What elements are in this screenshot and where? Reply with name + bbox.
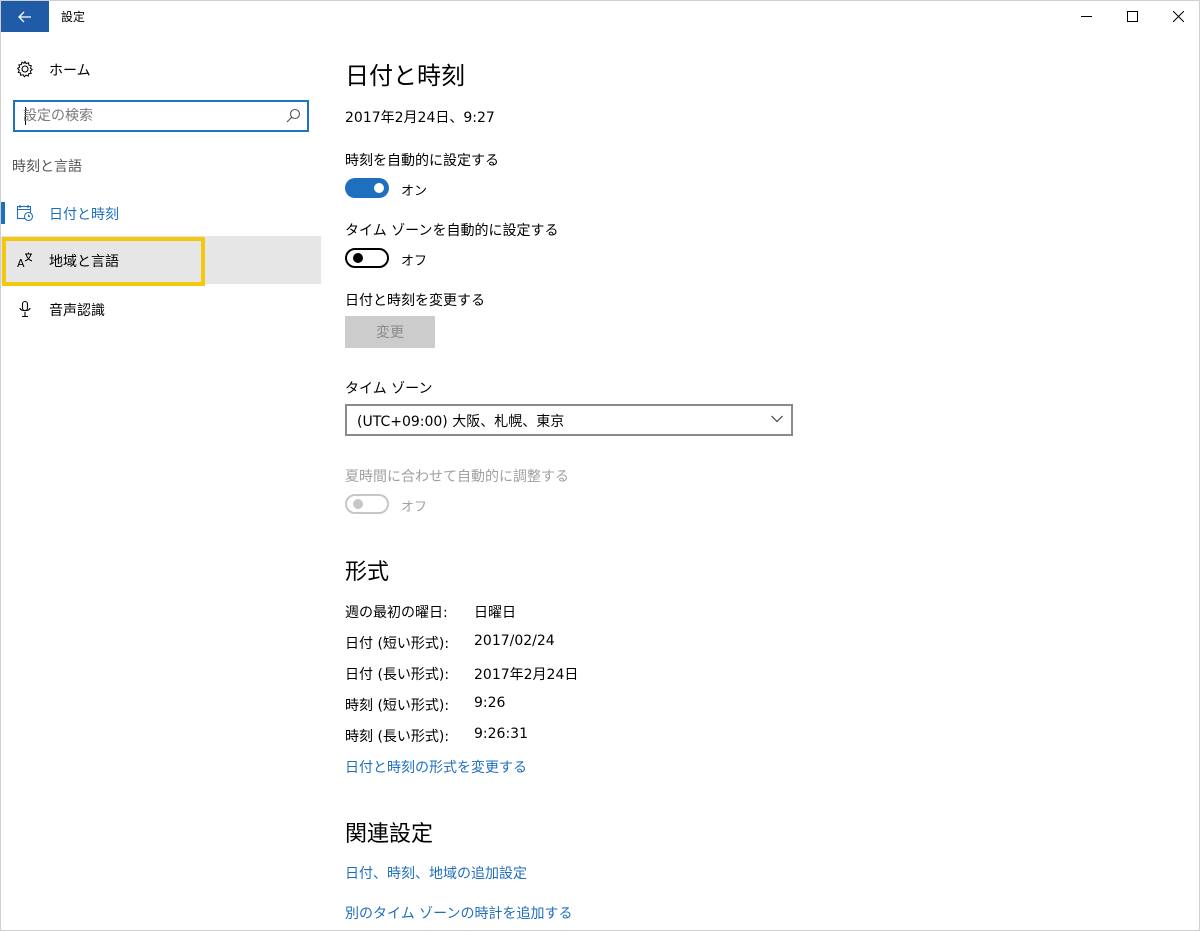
auto-timezone-label: タイム ゾーンを自動的に設定する [345, 223, 559, 239]
auto-time-state: オン [401, 184, 428, 199]
add-clock-link[interactable]: 別のタイム ゾーンの時計を追加する [345, 903, 572, 923]
format-row: 日付 (短い形式): 2017/02/24 [345, 633, 745, 653]
sidebar-item-speech[interactable]: 音声認識 [1, 285, 321, 333]
format-row: 時刻 (短い形式): 9:26 [345, 695, 745, 715]
format-row: 時刻 (長い形式): 9:26:31 [345, 726, 745, 746]
sidebar: ホーム 時刻と言語 日付と時刻 A [1, 32, 321, 931]
sidebar-item-label: 地域と言語 [49, 254, 119, 270]
format-value: 日曜日 [474, 605, 516, 621]
format-value: 9:26 [474, 695, 506, 711]
format-row: 週の最初の曜日: 日曜日 [345, 602, 745, 622]
dst-state: オフ [401, 500, 428, 515]
format-key: 週の最初の曜日: [345, 605, 448, 621]
additional-settings-link[interactable]: 日付、時刻、地域の追加設定 [345, 863, 527, 883]
auto-timezone-state: オフ [401, 254, 428, 269]
format-row: 日付 (長い形式): 2017年2月24日 [345, 664, 745, 684]
back-button[interactable] [1, 1, 49, 32]
format-key: 日付 (長い形式): [345, 667, 450, 683]
auto-time-label: 時刻を自動的に設定する [345, 153, 499, 169]
calendar-clock-icon [16, 205, 34, 222]
format-value: 2017年2月24日 [474, 667, 579, 683]
arrow-left-icon [18, 11, 31, 22]
svg-text:A: A [17, 257, 25, 269]
format-value: 9:26:31 [474, 726, 528, 742]
page-title: 日付と時刻 [345, 62, 465, 90]
format-key: 時刻 (短い形式): [345, 698, 450, 714]
change-datetime-label: 日付と時刻を変更する [345, 293, 485, 309]
related-settings-heading: 関連設定 [345, 822, 434, 847]
toggle-knob [374, 183, 384, 193]
format-key: 日付 (短い形式): [345, 636, 450, 652]
change-button[interactable]: 変更 [345, 316, 435, 348]
change-format-link[interactable]: 日付と時刻の形式を変更する [345, 757, 527, 777]
timezone-dropdown[interactable]: (UTC+09:00) 大阪、札幌、東京 [345, 404, 793, 436]
format-value: 2017/02/24 [474, 633, 555, 649]
sidebar-item-label: 日付と時刻 [49, 207, 119, 223]
chevron-down-icon [771, 415, 783, 423]
sidebar-item-region-language[interactable]: A 地域と言語 [1, 236, 321, 286]
toggle-knob [353, 499, 363, 509]
search-icon[interactable] [286, 108, 301, 123]
timezone-value: (UTC+09:00) 大阪、札幌、東京 [357, 414, 565, 430]
sidebar-item-label: 音声認識 [49, 303, 105, 319]
search-input[interactable] [23, 107, 273, 125]
auto-timezone-toggle[interactable] [345, 248, 389, 268]
settings-window: 設定 ホーム 時刻と言語 [0, 0, 1200, 931]
sidebar-item-date-time[interactable]: 日付と時刻 [1, 189, 321, 237]
current-datetime: 2017年2月24日、9:27 [345, 110, 495, 126]
gear-icon [16, 60, 33, 78]
section-label: 時刻と言語 [12, 159, 82, 175]
search-box[interactable] [13, 100, 309, 132]
dst-label: 夏時間に合わせて自動的に調整する [345, 469, 569, 485]
main-content: 日付と時刻 2017年2月24日、9:27 時刻を自動的に設定する オン タイム… [345, 1, 1185, 931]
microphone-icon [19, 300, 31, 318]
home-nav-item[interactable]: ホーム [1, 54, 321, 84]
format-key: 時刻 (長い形式): [345, 729, 450, 745]
dst-toggle[interactable] [345, 494, 389, 514]
home-label: ホーム [49, 63, 91, 79]
timezone-label: タイム ゾーン [345, 381, 433, 397]
selection-indicator [1, 202, 5, 224]
format-heading: 形式 [345, 560, 390, 585]
window-title: 設定 [61, 10, 86, 24]
toggle-knob [353, 253, 363, 263]
language-icon: A [17, 252, 33, 269]
auto-time-toggle[interactable] [345, 178, 389, 198]
